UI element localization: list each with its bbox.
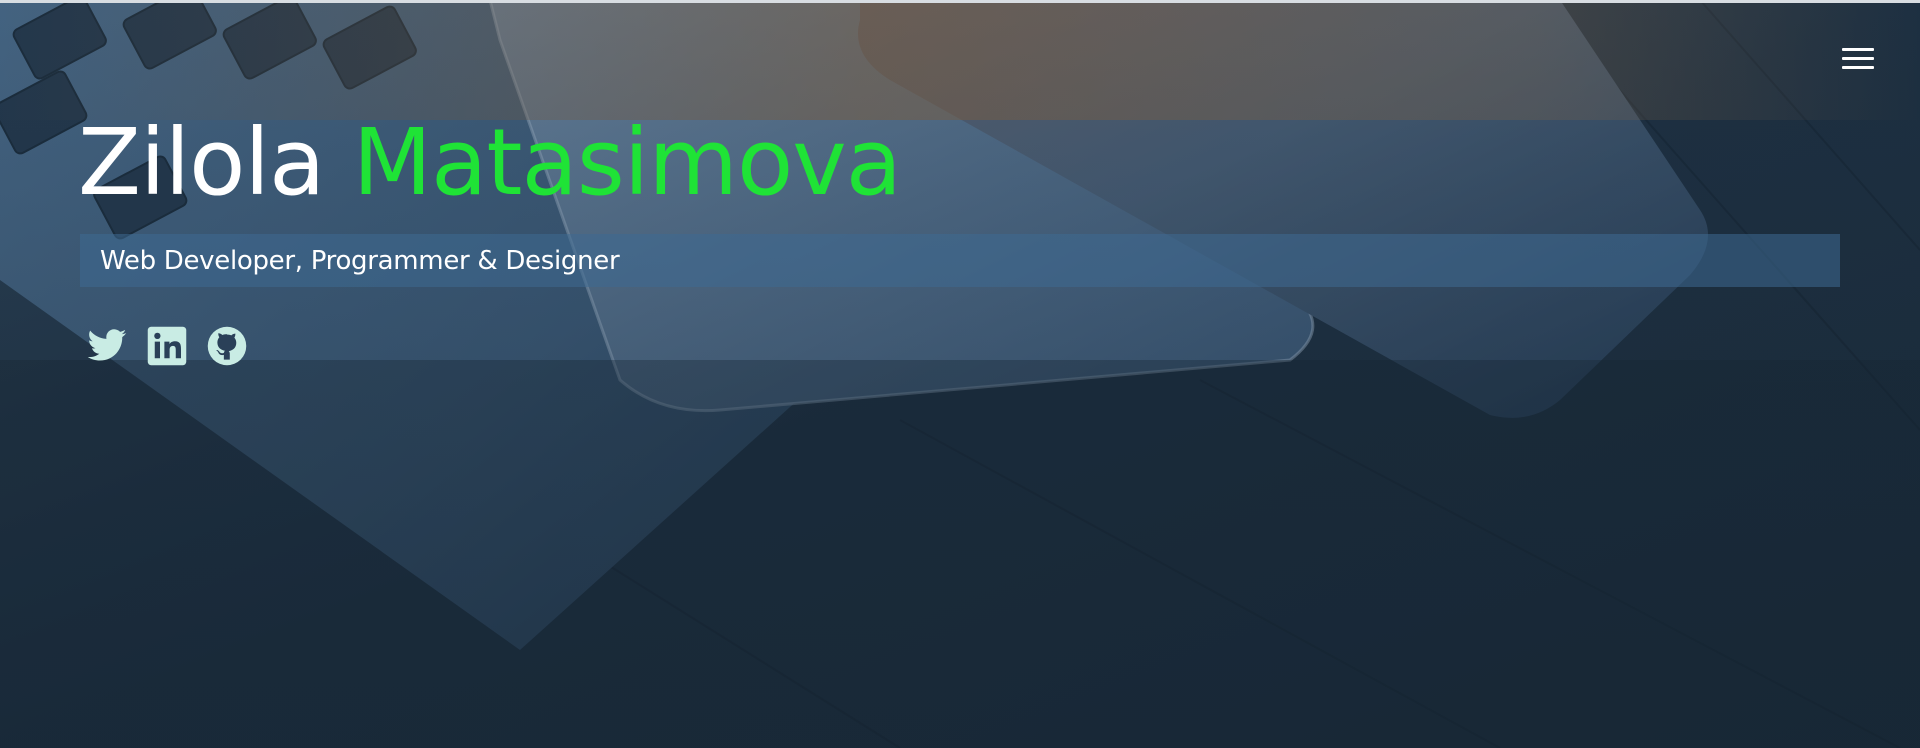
last-name: Matasimova <box>352 109 902 216</box>
github-icon[interactable] <box>206 325 248 367</box>
tagline: Web Developer, Programmer & Designer <box>100 246 620 276</box>
hero-section: Zilola Matasimova Web Developer, Program… <box>0 0 1920 748</box>
linkedin-icon[interactable] <box>146 325 188 367</box>
tagline-bar: Web Developer, Programmer & Designer <box>80 234 1840 287</box>
twitter-icon[interactable] <box>86 325 128 367</box>
top-divider <box>0 0 1920 3</box>
social-links <box>86 325 248 369</box>
page-title: Zilola Matasimova <box>78 108 902 218</box>
first-name: Zilola <box>78 109 325 216</box>
hamburger-menu-icon[interactable] <box>1842 48 1874 74</box>
